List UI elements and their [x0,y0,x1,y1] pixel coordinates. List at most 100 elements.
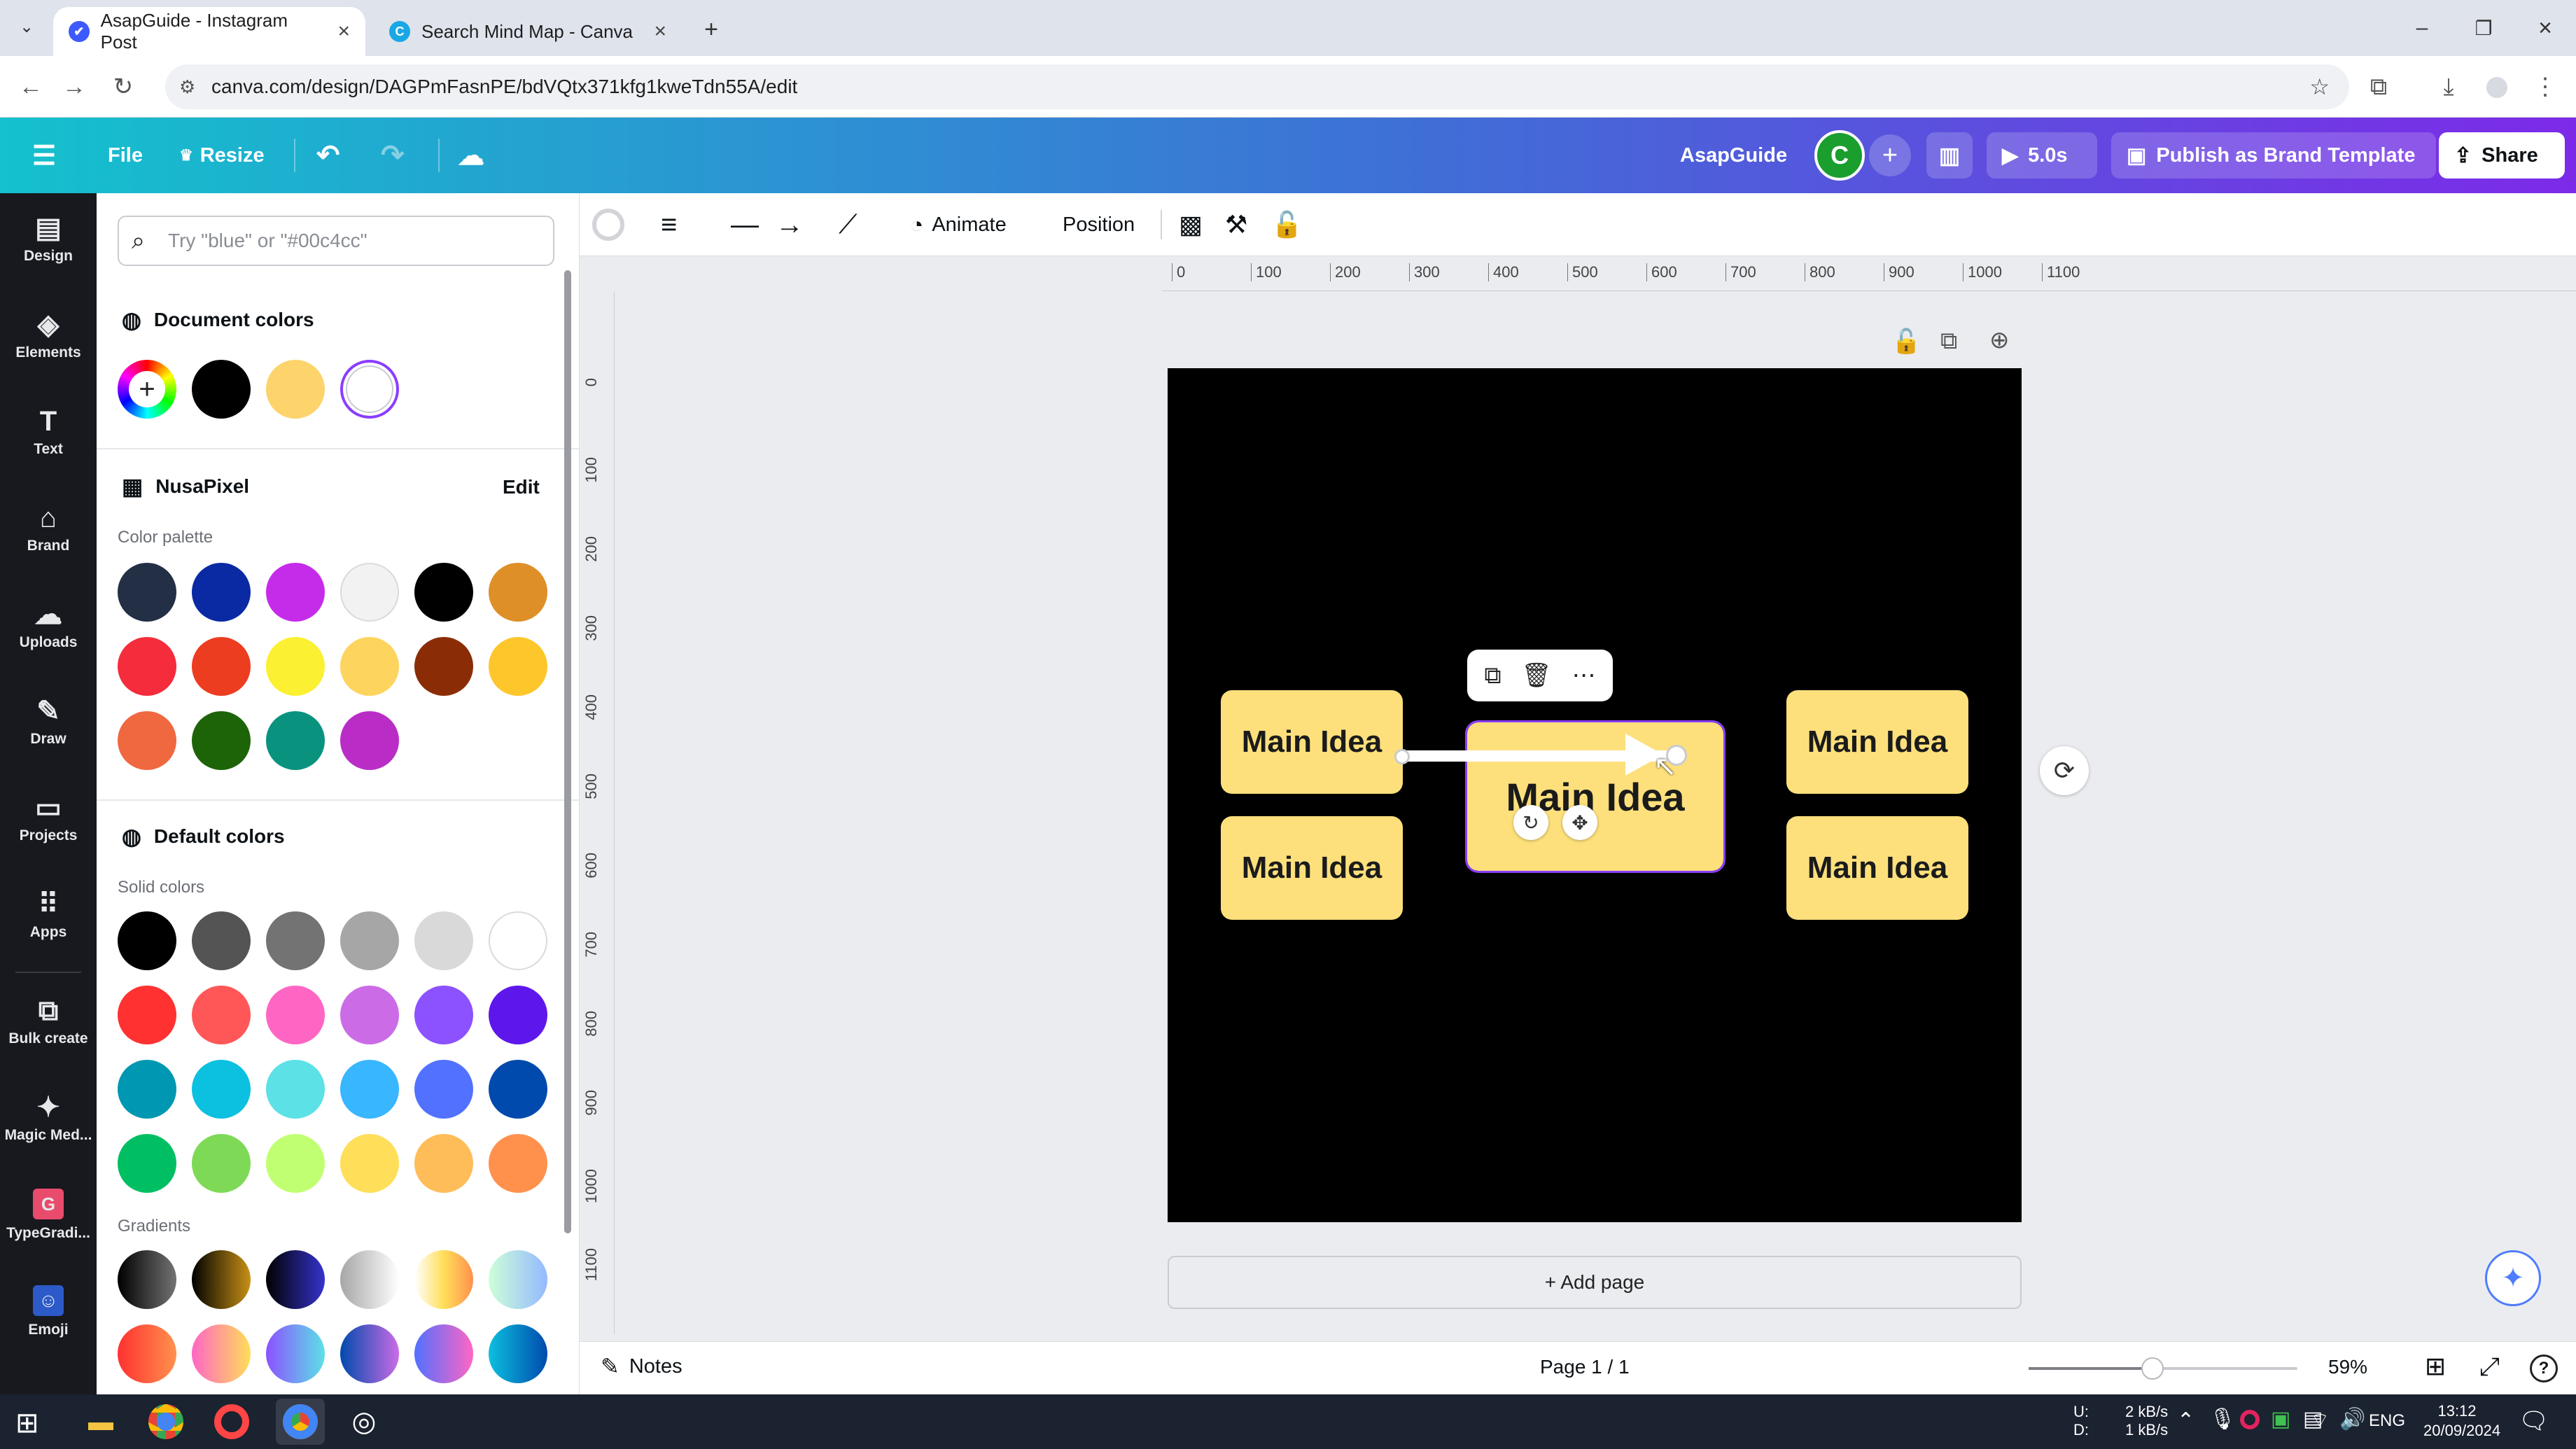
solid-color-swatch[interactable] [340,1060,399,1119]
profile-avatar[interactable] [2486,77,2507,98]
close-tab-icon[interactable]: × [654,20,666,43]
zoom-slider-track[interactable] [2029,1357,2297,1380]
line-color-button[interactable] [592,209,624,241]
duplicate-page-icon[interactable]: ⧉ [1940,328,1957,355]
solid-color-swatch[interactable] [414,911,473,970]
new-tab-icon[interactable]: + [696,14,727,45]
solid-color-swatch[interactable] [266,1060,325,1119]
solid-color-swatch[interactable] [192,986,251,1044]
gradient-swatch[interactable] [489,1324,547,1383]
brand-color-swatch[interactable] [192,711,251,770]
solid-color-swatch[interactable] [118,1134,176,1193]
file-explorer-icon[interactable]: ▬ [83,1404,119,1439]
file-menu-button[interactable]: File [108,118,143,193]
close-window-icon[interactable]: × [2524,8,2566,48]
gradient-swatch[interactable] [118,1250,176,1309]
magic-assistant-icon[interactable]: ✦ [2485,1250,2541,1306]
solid-color-swatch[interactable] [192,1060,251,1119]
solid-color-swatch[interactable] [489,1134,547,1193]
more-options-icon[interactable]: ⋯ [1572,662,1596,690]
solid-color-swatch[interactable] [414,1134,473,1193]
rail-item-emoji[interactable]: ☺ Emoji [0,1270,97,1354]
solid-color-swatch[interactable] [414,986,473,1044]
edit-brand-button[interactable]: Edit [503,476,540,498]
solid-color-swatch[interactable] [266,911,325,970]
forward-icon[interactable]: → [56,69,92,105]
brand-color-swatch[interactable] [192,563,251,622]
gradient-swatch[interactable] [266,1324,325,1383]
language-indicator[interactable]: ENG [2369,1411,2405,1431]
undo-icon[interactable]: ↶ [316,118,340,193]
delete-icon[interactable]: 🗑 [1522,662,1552,690]
rail-item-uploads[interactable]: ☁ Uploads [0,584,97,668]
publish-brand-template-button[interactable]: ▣ Publish as Brand Template [2111,132,2436,178]
line-start-icon[interactable]: — [731,193,759,256]
insights-button[interactable]: ▥ [1926,132,1973,178]
rail-item-draw[interactable]: ✎ Draw [0,680,97,764]
line-type-icon[interactable]: ⟋ [839,193,858,256]
recorder-icon[interactable] [214,1404,249,1439]
gradient-swatch[interactable] [192,1250,251,1309]
move-handle-icon[interactable]: ✥ [1562,805,1597,840]
add-page-button[interactable]: + Add page [1168,1256,2022,1309]
solid-color-swatch[interactable] [192,911,251,970]
brand-color-swatch[interactable] [414,637,473,696]
present-button[interactable]: ▶ 5.0s [1987,132,2097,178]
brand-color-swatch[interactable] [266,563,325,622]
browser-menu-icon[interactable]: ⋮ [2527,69,2563,105]
solid-color-swatch[interactable] [340,986,399,1044]
tab-search-mind-map[interactable]: C Search Mind Map - Canva × [374,7,682,56]
panel-scrollbar[interactable] [564,270,571,1233]
solid-color-swatch[interactable] [489,986,547,1044]
url-field[interactable]: ⚙ canva.com/design/DAGPmFasnPE/bdVQtx371… [165,64,2349,109]
mind-map-card[interactable]: Main Idea [1221,816,1403,920]
color-search-input[interactable]: ⌕ Try "blue" or "#00c4cc" [118,216,554,266]
gradient-swatch[interactable] [118,1324,176,1383]
microphone-icon[interactable]: 🎙 [2209,1407,2236,1432]
brand-color-swatch[interactable] [414,563,473,622]
notifications-icon[interactable]: 🗨 [2519,1407,2549,1435]
gradient-swatch[interactable] [489,1250,547,1309]
solid-color-swatch[interactable] [118,1060,176,1119]
gradient-swatch[interactable] [414,1324,473,1383]
gradient-swatch[interactable] [414,1250,473,1309]
mind-map-card[interactable]: Main Idea [1786,816,1968,920]
windows-start-icon[interactable]: ⊞ [15,1407,39,1439]
redo-icon[interactable]: ↷ [381,118,405,193]
brand-color-swatch[interactable] [340,563,399,622]
gradient-swatch[interactable] [266,1250,325,1309]
back-icon[interactable]: ← [13,69,49,105]
position-button[interactable]: Position [1063,193,1135,256]
notes-button[interactable]: ✎ Notes [601,1353,682,1380]
page-indicator[interactable]: Page 1 / 1 [1540,1356,1630,1378]
brand-color-swatch[interactable] [489,563,547,622]
restore-icon[interactable]: ❐ [2463,8,2505,48]
chrome-icon[interactable] [283,1404,318,1439]
tab-search-icon[interactable]: ⌄ [13,13,41,41]
line-start-handle[interactable] [1394,749,1410,764]
rotate-handle-icon[interactable]: ↻ [1513,805,1548,840]
copy-style-icon[interactable]: ⚒ [1225,193,1247,256]
animate-button[interactable]: ◔ Animate [910,193,1007,256]
grid-view-icon[interactable]: ⊞ [2425,1352,2446,1381]
brand-color-swatch[interactable] [340,711,399,770]
nvidia-tray-icon[interactable]: ▣ [2271,1407,2290,1432]
bookmark-star-icon[interactable]: ☆ [2309,74,2330,100]
tab-asapguide[interactable]: ✔ AsapGuide - Instagram Post × [53,7,365,56]
duplicate-icon[interactable]: ⧉ [1484,662,1501,690]
help-icon[interactable]: ? [2530,1354,2558,1382]
solid-color-swatch[interactable] [118,986,176,1044]
brand-color-swatch[interactable] [489,637,547,696]
solid-color-swatch[interactable] [266,1134,325,1193]
rail-item-typegradient[interactable]: G TypeGradi... [0,1173,97,1257]
extensions-icon[interactable]: ⧉ [2360,69,2397,105]
brand-color-swatch[interactable] [266,637,325,696]
download-icon[interactable]: ⤓ [2430,69,2467,105]
main-menu-icon[interactable]: ☰ [32,118,56,193]
add-color-button[interactable]: + [118,360,176,419]
resize-button[interactable]: ♛ Resize [179,118,265,193]
gradient-swatch[interactable] [340,1324,399,1383]
document-color-swatch[interactable] [192,360,251,419]
gradient-swatch[interactable] [192,1324,251,1383]
transparency-icon[interactable]: ▩ [1179,193,1203,256]
